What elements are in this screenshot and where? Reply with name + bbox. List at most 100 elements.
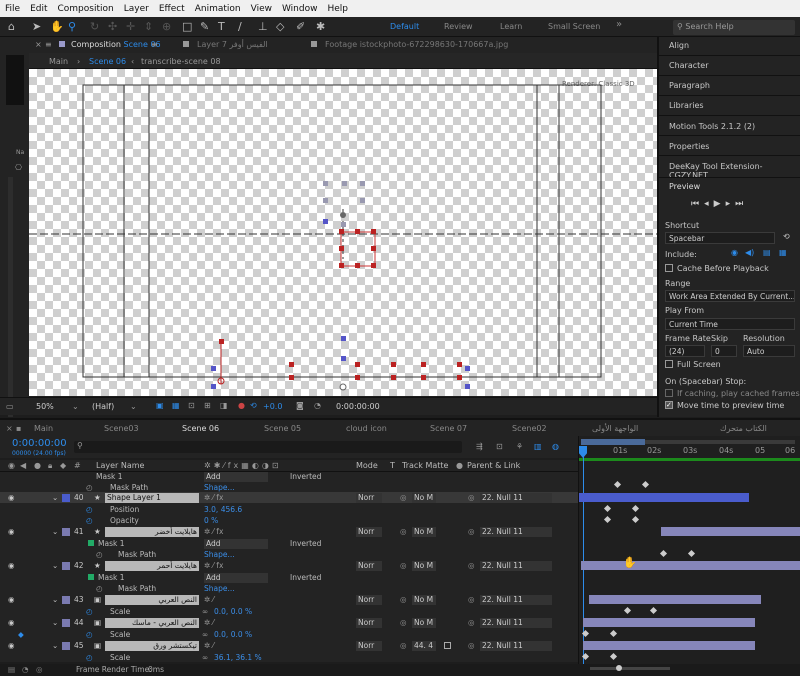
skip-dropdown[interactable]: 0 bbox=[711, 345, 737, 357]
layer-bar[interactable] bbox=[583, 641, 755, 650]
menu-effect[interactable]: Effect bbox=[154, 4, 190, 14]
property-row[interactable]: ◴ Mask Path Shape... bbox=[0, 549, 578, 560]
pickwhip-icon[interactable]: ◎ bbox=[468, 640, 475, 651]
project-scrollbar[interactable] bbox=[8, 177, 13, 417]
comp-tab-label[interactable]: Composition Scene 06 bbox=[71, 40, 161, 49]
dolly-tool-icon[interactable]: ⇕ bbox=[144, 20, 153, 33]
panel-libraries[interactable]: Libraries bbox=[669, 101, 704, 110]
include-audio-icon[interactable]: ◀) bbox=[745, 248, 754, 257]
range-dropdown[interactable]: Work Area Extended By Current... bbox=[665, 290, 795, 302]
guides-icon[interactable]: ⊞ bbox=[204, 401, 211, 410]
property-row[interactable]: ◴ Position 3.0, 456.6 bbox=[0, 504, 578, 515]
link-icon[interactable]: ∞ bbox=[202, 606, 208, 617]
close-icon[interactable]: × bbox=[6, 424, 13, 433]
current-timecode[interactable]: 0:00:00:00 bbox=[12, 438, 67, 449]
matte-dropdown[interactable]: No M bbox=[412, 617, 436, 628]
framerate-dropdown[interactable]: (24) bbox=[665, 345, 705, 357]
keyframe[interactable] bbox=[659, 549, 668, 558]
mask-name[interactable]: Mask 1 bbox=[98, 538, 124, 549]
play-icon[interactable]: ▶ bbox=[714, 199, 726, 209]
keyframe[interactable] bbox=[609, 629, 618, 638]
zoom-slider-handle[interactable] bbox=[616, 665, 622, 671]
mask-row[interactable]: Mask 1 Add Inverted bbox=[0, 572, 578, 583]
property-row[interactable]: ◆ ◴ Scale ∞ 0.0, 0.0 % bbox=[0, 629, 578, 640]
transparency-grid-icon[interactable]: ▦ bbox=[172, 401, 180, 410]
layer-tab[interactable]: Layer 7 الفيس أوفر bbox=[197, 40, 268, 49]
subtab-transcribe[interactable]: transcribe-scene 08 bbox=[141, 57, 221, 66]
layer-name[interactable]: هايلايت أحمر bbox=[105, 560, 199, 571]
menu-composition[interactable]: Composition bbox=[53, 4, 119, 14]
layer-row-mask-header[interactable]: Mask 1 Add Inverted bbox=[0, 471, 578, 482]
panel-paragraph[interactable]: Paragraph bbox=[669, 81, 710, 90]
draft-3d-icon[interactable]: ⊡ bbox=[496, 442, 503, 451]
preserve-icon[interactable]: ◎ bbox=[400, 526, 407, 537]
shy-icon[interactable]: ⚘ bbox=[516, 442, 523, 451]
menu-file[interactable]: File bbox=[0, 4, 25, 14]
chevron-down-icon[interactable]: ⌄ bbox=[52, 526, 58, 537]
last-frame-icon[interactable]: ⏭ bbox=[735, 199, 748, 209]
include-overlays-icon[interactable]: ▤ bbox=[763, 248, 771, 257]
workspace-small-screen[interactable]: Small Screen bbox=[548, 22, 600, 31]
mask-name[interactable]: Mask 1 bbox=[98, 572, 124, 583]
frame-blending-icon[interactable]: ▥ bbox=[534, 442, 542, 451]
lock-icon[interactable]: ≡ bbox=[151, 40, 158, 49]
exposure-value[interactable]: +0.0 bbox=[263, 402, 282, 411]
pen-tool-icon[interactable]: ✎ bbox=[200, 20, 209, 33]
menu-layer[interactable]: Layer bbox=[119, 4, 154, 14]
eye-icon[interactable]: ◉ bbox=[8, 492, 15, 503]
roto-tool-icon[interactable]: ✐ bbox=[296, 20, 305, 33]
workspace-review[interactable]: Review bbox=[444, 22, 473, 31]
eye-icon[interactable]: ◉ bbox=[8, 640, 15, 651]
workspace-menu-icon[interactable]: » bbox=[616, 19, 622, 30]
layer-bar[interactable] bbox=[579, 493, 749, 502]
selection-tool-icon[interactable]: ➤ bbox=[32, 20, 41, 33]
mode-dropdown[interactable]: Norr bbox=[356, 492, 382, 503]
col-t[interactable]: T bbox=[390, 461, 395, 470]
include-layers-icon[interactable]: ▦ bbox=[779, 248, 787, 257]
flowchart-icon[interactable]: ⎔ bbox=[15, 163, 22, 172]
layer-row[interactable]: ◉ ⌄ 40 ★ Shape Layer 1 ✲ ⁄ fx Norr ◎ No … bbox=[0, 492, 578, 504]
chevron-down-icon[interactable]: ⌄ bbox=[52, 617, 58, 628]
layer-bar[interactable] bbox=[581, 561, 800, 570]
menu-help[interactable]: Help bbox=[322, 4, 353, 14]
keyframe[interactable] bbox=[609, 652, 618, 661]
menu-icon[interactable]: ≡ bbox=[45, 40, 52, 49]
toggle-switches-icon[interactable]: ▤ bbox=[8, 665, 15, 674]
first-frame-icon[interactable]: ⏮ bbox=[691, 199, 704, 209]
parent-dropdown[interactable]: 22. Null 11 bbox=[480, 617, 552, 628]
property-value[interactable]: 36.1, 36.1 % bbox=[214, 652, 262, 663]
close-icon[interactable]: × bbox=[35, 40, 42, 49]
toggle-time-icon[interactable]: ◎ bbox=[36, 665, 43, 674]
type-tool-icon[interactable]: T bbox=[218, 20, 225, 33]
stopwatch-icon[interactable]: ◴ bbox=[86, 504, 93, 515]
chevron-down-icon[interactable]: ⌄ bbox=[52, 560, 58, 571]
ifcaching-checkbox[interactable] bbox=[665, 389, 673, 397]
property-value[interactable]: 3.0, 456.6 bbox=[204, 504, 242, 515]
hand-tool-icon[interactable]: ✋ bbox=[50, 20, 64, 33]
camera-tool-icon[interactable]: ✣ bbox=[108, 20, 117, 33]
workspace-default[interactable]: Default bbox=[390, 22, 419, 31]
panel-character[interactable]: Character bbox=[669, 61, 709, 70]
property-row[interactable]: ◴ Scale ∞ 0.0, 0.0 % bbox=[0, 606, 578, 617]
property-value[interactable]: 0.0, 0.0 % bbox=[214, 606, 252, 617]
mode-dropdown[interactable]: Norr bbox=[356, 526, 382, 537]
panel-align[interactable]: Align bbox=[669, 41, 689, 50]
work-area-handle[interactable] bbox=[581, 439, 645, 445]
keyframe[interactable] bbox=[631, 515, 640, 524]
switches-icon[interactable]: ✲ ⁄ bbox=[204, 617, 214, 628]
include-video-icon[interactable]: ◉ bbox=[731, 248, 738, 257]
col-track-matte[interactable]: Track Matte bbox=[402, 461, 448, 470]
parent-dropdown[interactable]: 22. Null 11 bbox=[480, 526, 552, 537]
parent-dropdown[interactable]: 22. Null 11 bbox=[480, 560, 552, 571]
matte-dropdown[interactable]: No M bbox=[412, 492, 436, 503]
tl-tab-scene02[interactable]: Scene02 bbox=[512, 424, 547, 433]
pickwhip-icon[interactable]: ◎ bbox=[468, 492, 475, 503]
stopwatch-icon[interactable]: ◴ bbox=[96, 549, 103, 560]
chevron-down-icon[interactable]: ⌄ bbox=[52, 594, 58, 605]
clone-tool-icon[interactable]: ⊥ bbox=[258, 20, 268, 33]
matte-mode-icon[interactable] bbox=[444, 642, 451, 649]
zoom-slider[interactable] bbox=[590, 667, 670, 670]
layer-bar[interactable] bbox=[589, 595, 761, 604]
mode-dropdown[interactable]: Norr bbox=[356, 617, 382, 628]
timeline-track-area[interactable]: 01s 02s 03s 04s 05 06 ✋ bbox=[578, 436, 800, 664]
